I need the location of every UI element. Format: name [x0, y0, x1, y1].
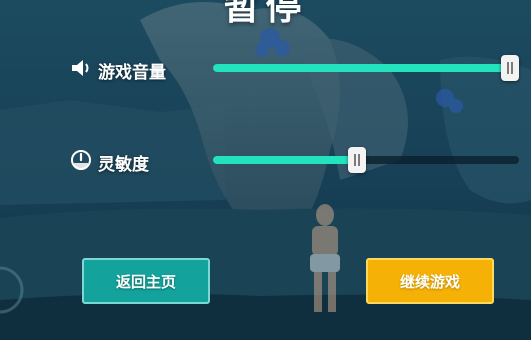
sensitivity-slider-handle[interactable]	[347, 147, 366, 173]
speaker-icon	[72, 60, 89, 76]
sensitivity-label: 灵敏度	[98, 155, 149, 175]
gauge-icon	[71, 150, 91, 170]
sensitivity-slider[interactable]	[213, 147, 519, 173]
volume-label: 游戏音量	[98, 63, 166, 83]
pause-title: 暂停	[223, 0, 308, 28]
return-home-button[interactable]: 返回主页	[82, 258, 210, 304]
volume-slider-handle[interactable]	[500, 55, 519, 81]
volume-slider[interactable]	[213, 55, 519, 81]
sensitivity-slider-fill	[213, 156, 357, 164]
volume-slider-fill	[213, 64, 519, 72]
continue-game-button[interactable]: 继续游戏	[366, 258, 494, 304]
